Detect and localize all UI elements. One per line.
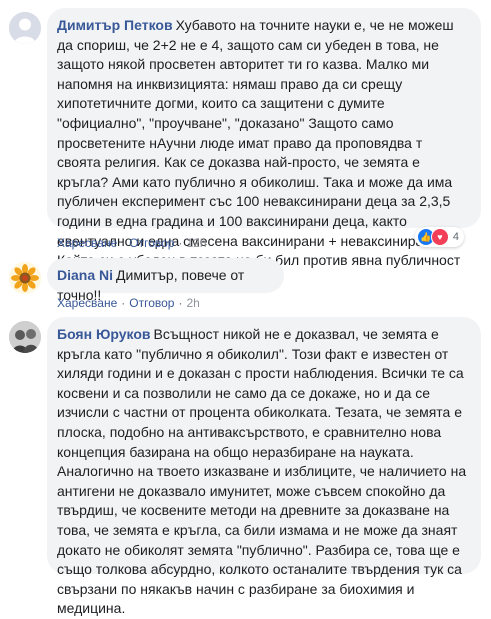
reply-link[interactable]: Отговор: [129, 236, 174, 250]
separator-dot: ·: [121, 296, 126, 310]
like-link[interactable]: Харесване: [57, 236, 117, 250]
separator-dot: ·: [121, 236, 126, 250]
like-link[interactable]: Харесване: [57, 296, 117, 310]
comment-author[interactable]: Димитър Петков: [57, 17, 173, 33]
reactions-summary[interactable]: 👍 ♥ 4: [414, 227, 464, 247]
comment-actions: Харесване · Отговор · 2h: [57, 296, 200, 310]
sunflower-avatar-icon: [9, 262, 41, 294]
comment-text: Всъщност никой не е доказвал, че земята …: [57, 326, 471, 617]
default-avatar-icon: [9, 12, 41, 44]
separator-dot: ·: [178, 236, 183, 250]
profile-photo-icon: [9, 321, 41, 353]
reply-link[interactable]: Отговор: [129, 296, 174, 310]
comment-time[interactable]: 2h: [186, 296, 199, 310]
avatar[interactable]: [9, 12, 41, 44]
comment-bubble: Боян Юруков Всъщност никой не е доказвал,…: [47, 317, 481, 616]
comment-bubble: Димитър Петков Хубавото на точните науки …: [47, 8, 481, 288]
avatar[interactable]: [9, 262, 41, 294]
comment-author[interactable]: Боян Юруков: [57, 326, 151, 342]
love-icon: ♥: [430, 228, 449, 246]
comment-bubble: Diana Ni Димитър, повече от точно!!: [47, 258, 284, 303]
reaction-count: 4: [452, 231, 459, 243]
avatar[interactable]: [9, 321, 41, 353]
comment-actions: Харесване · Отговор · 12h: [57, 236, 207, 250]
separator-dot: ·: [178, 296, 183, 310]
comment-time[interactable]: 12h: [186, 236, 206, 250]
comment-author[interactable]: Diana Ni: [57, 267, 113, 283]
